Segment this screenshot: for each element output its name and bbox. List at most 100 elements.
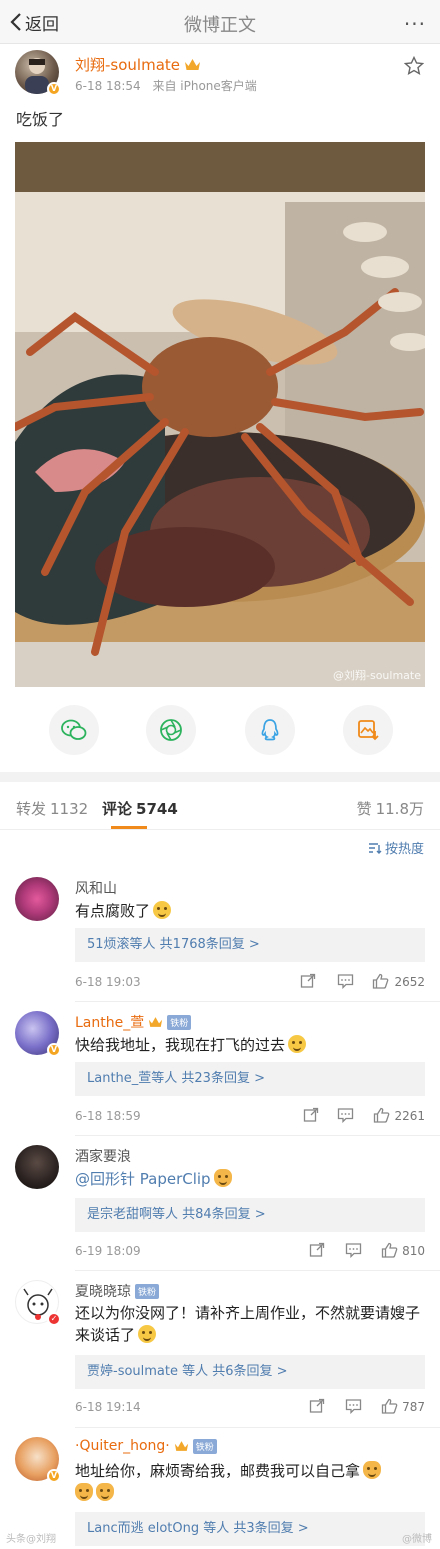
- tab-comments-label: 评论: [102, 800, 133, 818]
- interaction-tabs: 转发 1132 评论 5744 赞 11.8万: [0, 782, 440, 830]
- vip-crown-icon: [149, 1017, 163, 1027]
- comment-divider: [75, 1135, 440, 1136]
- replies-link[interactable]: 贾婷-soulmate 等人 共6条回复 >: [75, 1355, 425, 1389]
- active-tab-indicator: [111, 826, 147, 829]
- like-count: 2261: [394, 1109, 425, 1123]
- like-icon[interactable]: [381, 1398, 398, 1414]
- comment-divider: [75, 1427, 440, 1428]
- post-time: 6-18 18:54: [75, 79, 141, 93]
- like-icon[interactable]: [372, 973, 389, 989]
- save-image-button[interactable]: [343, 705, 393, 755]
- commenter-name[interactable]: ·Quiter_hong· 铁粉: [75, 1438, 217, 1454]
- like-count: 810: [402, 1244, 425, 1258]
- sort-by-heat-button[interactable]: 按热度: [368, 838, 424, 857]
- tab-likes[interactable]: 赞 11.8万: [357, 798, 424, 819]
- author-name[interactable]: 刘翔-soulmate: [75, 54, 201, 75]
- commenter-name-text: 夏晓晓琼: [75, 1284, 131, 1300]
- fan-badge: 铁粉: [135, 1283, 160, 1299]
- post-meta: 6-18 18:54 来自 iPhone客户端: [75, 77, 265, 94]
- comment-footer: 6-19 18:09 810: [75, 1242, 425, 1262]
- replies-link[interactable]: 是宗老甜啊等人 共84条回复 >: [75, 1198, 425, 1232]
- cat-emoji-icon: [363, 1461, 382, 1479]
- comment-icon[interactable]: [337, 973, 354, 989]
- fan-badge: 铁粉: [167, 1014, 192, 1030]
- replies-link[interactable]: 51烦滚等人 共1768条回复 >: [75, 928, 425, 962]
- like-icon[interactable]: [373, 1107, 390, 1123]
- cat-emoji-icon: [96, 1483, 114, 1501]
- commenter-name[interactable]: Lanthe_萱 铁粉: [75, 1012, 192, 1032]
- like-icon[interactable]: [381, 1242, 398, 1258]
- commenter-name[interactable]: 夏晓晓琼 铁粉: [75, 1281, 160, 1301]
- post-header: V 刘翔-soulmate 6-18 18:54 来自 iPhone客户端: [0, 44, 440, 100]
- vip-crown-icon: [185, 59, 200, 70]
- tab-reposts-label: 转发: [16, 800, 47, 818]
- comment-text: 地址给你，麻烦寄给我，邮费我可以自己拿: [75, 1460, 425, 1504]
- moments-icon: [160, 719, 182, 741]
- smile-emoji-icon: [138, 1325, 157, 1343]
- comment-text-content: 有点腐败了: [75, 902, 151, 920]
- verified-badge-icon: V: [47, 82, 61, 96]
- page-title: 微博正文: [184, 15, 256, 36]
- commenter-name[interactable]: 风和山: [75, 878, 117, 898]
- share-icon[interactable]: [300, 973, 316, 989]
- author-name-text: 刘翔-soulmate: [75, 56, 180, 74]
- comment-divider: [75, 1001, 440, 1002]
- comment-icon[interactable]: [337, 1107, 354, 1123]
- cat-emoji-icon: [213, 1169, 232, 1187]
- laugh-emoji-icon: [288, 1035, 307, 1053]
- navigation-bar: 返回 微博正文 ···: [0, 0, 440, 44]
- tab-comments[interactable]: 评论 5744: [102, 798, 178, 819]
- seafood-platter-image: [15, 142, 425, 687]
- fan-badge: 铁粉: [192, 1438, 217, 1454]
- tab-reposts-count: 1132: [50, 800, 89, 818]
- comment-time: 6-18 19:14: [75, 1400, 141, 1414]
- comment-divider: [75, 1270, 440, 1271]
- comment-footer: 6-18 19:03 2652: [75, 973, 425, 993]
- favorite-star-icon[interactable]: [404, 56, 424, 76]
- comment-text-content: 还以为你没网了！请补齐上周作业，不然就要请嫂子来谈话了: [75, 1304, 421, 1344]
- share-icon[interactable]: [309, 1398, 325, 1414]
- smile-emoji-icon: [153, 901, 172, 919]
- image-watermark: @刘翔-soulmate: [333, 669, 421, 682]
- comment-footer: 6-18 19:14 787: [75, 1398, 425, 1418]
- replies-link[interactable]: Lanc而逃 elotOng 等人 共3条回复 >: [75, 1512, 425, 1546]
- more-options-icon[interactable]: ···: [404, 12, 426, 36]
- comment-text: @回形针 PaperClip: [75, 1168, 425, 1190]
- share-icon[interactable]: [303, 1107, 319, 1123]
- share-icon[interactable]: [309, 1242, 325, 1258]
- footer-watermark-right: @微博: [402, 1534, 432, 1545]
- post-text: 吃饭了: [16, 110, 65, 129]
- cat-emoji-icon: [75, 1483, 93, 1501]
- commenter-name[interactable]: 酒家要浪: [75, 1146, 131, 1166]
- vip-crown-icon: [174, 1441, 188, 1451]
- comment-text: 还以为你没网了！请补齐上周作业，不然就要请嫂子来谈话了: [75, 1302, 425, 1346]
- qq-icon: [261, 719, 279, 741]
- comment-text-content[interactable]: @回形针 PaperClip: [75, 1170, 211, 1188]
- like-count: 2652: [394, 975, 425, 989]
- comment-time: 6-18 19:03: [75, 975, 141, 989]
- comment-time: 6-19 18:09: [75, 1244, 141, 1258]
- comment-icon[interactable]: [345, 1398, 362, 1414]
- replies-link[interactable]: Lanthe_萱等人 共23条回复 >: [75, 1062, 425, 1096]
- comment-text: 有点腐败了: [75, 900, 425, 922]
- commenter-name-text: Lanthe_萱: [75, 1015, 145, 1031]
- tab-likes-label: 赞: [356, 800, 372, 818]
- comment-text-content: 地址给你，麻烦寄给我，邮费我可以自己拿: [75, 1462, 361, 1480]
- like-count: 787: [402, 1400, 425, 1414]
- share-qq-button[interactable]: [245, 705, 295, 755]
- section-divider: [0, 772, 440, 782]
- share-wechat-button[interactable]: [49, 705, 99, 755]
- share-moments-button[interactable]: [146, 705, 196, 755]
- post-image[interactable]: @刘翔-soulmate: [15, 142, 425, 687]
- footer-watermark-left: 头条@刘翔: [6, 1534, 56, 1545]
- commenter-avatar[interactable]: [15, 1145, 59, 1189]
- sort-label: 按热度: [384, 842, 424, 857]
- comment-footer: 6-18 18:59 2261: [75, 1107, 425, 1127]
- post-source: 来自 iPhone客户端: [152, 79, 257, 93]
- commenter-name-text: ·Quiter_hong·: [75, 1438, 170, 1454]
- comment-time: 6-18 18:59: [75, 1109, 141, 1123]
- commenter-avatar[interactable]: [15, 877, 59, 921]
- comment-icon[interactable]: [345, 1242, 362, 1258]
- tab-reposts[interactable]: 转发 1132: [16, 798, 88, 819]
- share-row: [0, 705, 440, 757]
